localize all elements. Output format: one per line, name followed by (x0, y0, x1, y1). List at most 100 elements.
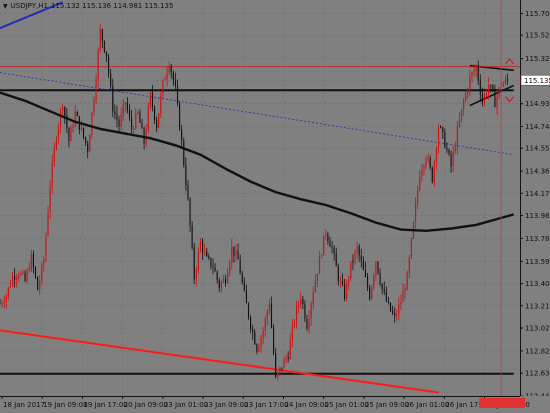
candle-body (452, 151, 454, 167)
candle-body (32, 253, 34, 268)
candle-body (358, 246, 360, 256)
x-tick-label: 25 Jan 09:00 (365, 401, 409, 409)
candle-body (437, 126, 440, 149)
y-tick-label: 114.170 (525, 190, 550, 198)
candle-body (312, 292, 314, 304)
candle-body (362, 261, 364, 270)
y-tick-label: 113.020 (525, 325, 550, 333)
candles (0, 24, 509, 381)
candle-body (153, 106, 156, 120)
candle-body (364, 269, 367, 277)
candle-body (68, 128, 70, 141)
candle-body (289, 339, 291, 359)
candle-body (295, 306, 298, 322)
candle-body (179, 103, 181, 130)
x-tick-label: 23 Jan 09:00 (204, 401, 248, 409)
candle-body (260, 337, 262, 347)
candle-body (43, 260, 45, 266)
candle-body (331, 246, 333, 248)
candle-body (316, 273, 319, 281)
candle-body (197, 251, 199, 270)
candle-body (504, 79, 506, 84)
trendlines (0, 1, 520, 394)
candle-body (149, 92, 151, 108)
ohlc-values: 115.132 115.136 114.981 115.135 (50, 2, 174, 10)
candle-body (231, 246, 233, 263)
candle-body (174, 80, 176, 87)
candle-body (245, 290, 247, 304)
candle-body (37, 277, 39, 290)
candle-body (210, 257, 212, 267)
candle-body (57, 126, 60, 139)
candle-body (235, 250, 237, 256)
candle-body (124, 102, 126, 105)
candle-body (216, 271, 218, 280)
candle-body (239, 259, 241, 274)
candle-body (486, 93, 488, 95)
candle-body (421, 170, 423, 177)
candle-body (224, 278, 227, 283)
candle-body (375, 261, 377, 276)
candle-body (275, 353, 277, 377)
candle-body (222, 278, 225, 283)
candle-body (101, 29, 103, 41)
candle-body (105, 51, 108, 58)
candle-body (483, 94, 486, 103)
candle-body (162, 80, 164, 96)
candle-body (488, 84, 490, 94)
y-tick-label: 113.210 (525, 302, 550, 310)
candle-body (185, 164, 187, 186)
candle-body (62, 107, 64, 110)
candle-body (381, 283, 383, 290)
candle-body (448, 149, 450, 155)
candle-body (220, 282, 222, 288)
price-chart[interactable]: 115.705 115.520 115.320 115.135 114.935 114.7… (0, 0, 550, 413)
y-tick-label: 114.555 (525, 145, 550, 153)
candle-body (64, 107, 66, 116)
candle-body (30, 253, 32, 270)
candle-body (39, 280, 41, 290)
candle-body (181, 129, 183, 141)
candle-body (337, 266, 339, 282)
candle-body (383, 289, 385, 292)
candle-body (335, 253, 337, 267)
candle-body (0, 303, 1, 305)
grid (0, 0, 520, 397)
x-tick-label: 19 Jan 17:00 (83, 401, 127, 409)
candle-body (193, 247, 195, 280)
candle-body (116, 113, 118, 120)
arrow-up-icon (505, 58, 514, 65)
candle-body (369, 287, 371, 299)
arrow-down-icon (505, 96, 514, 103)
x-tick-label: 19 Jan 09:00 (43, 401, 87, 409)
x-tick-label: 23 Jan 17:00 (244, 401, 288, 409)
x-tick-label: 25 Jan 01:00 (325, 401, 369, 409)
candle-body (9, 285, 12, 288)
time-axis: 18 Jan 201719 Jan 09:0019 Jan 17:0020 Ja… (0, 396, 550, 413)
candle-body (72, 126, 74, 128)
candle-body (371, 286, 373, 299)
candle-body (279, 367, 281, 373)
candle-body (45, 235, 47, 261)
candle-body (176, 86, 179, 104)
candle-body (442, 127, 444, 133)
markers (500, 0, 514, 396)
lower-channel-line (469, 84, 515, 107)
y-tick-label: 113.400 (525, 280, 550, 288)
y-tick-label: 113.980 (525, 212, 550, 220)
x-tick-label: 23 Jan 01:00 (164, 401, 208, 409)
candle-body (130, 117, 133, 130)
candle-body (467, 90, 469, 94)
candle-body (406, 272, 408, 290)
candle-body (356, 246, 358, 252)
candle-body (49, 186, 51, 213)
chart-window[interactable]: 115.705 115.520 115.320 115.135 114.935 114.7… (0, 0, 550, 413)
candle-body (285, 357, 287, 360)
candle-body (93, 100, 95, 113)
candle-body (133, 128, 135, 130)
candle-body (191, 225, 193, 248)
dropdown-arrow-icon[interactable]: ▼ (3, 3, 8, 10)
candle-body (89, 135, 91, 152)
candle-body (348, 278, 350, 283)
candle-body (314, 280, 316, 293)
